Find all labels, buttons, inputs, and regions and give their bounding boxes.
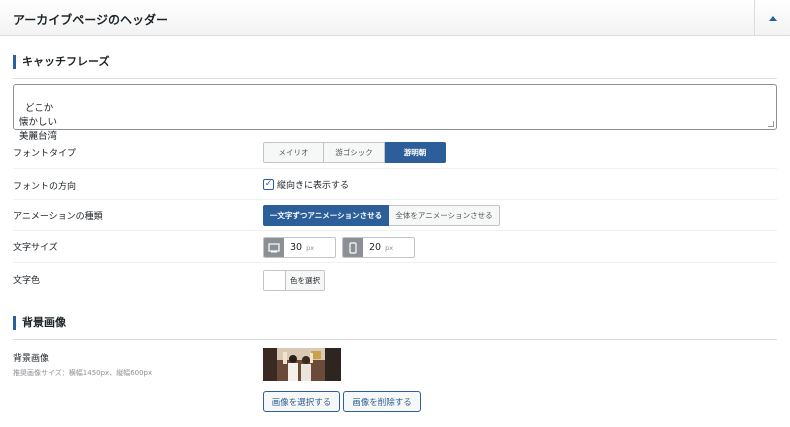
select-image-button[interactable]: 画像を選択する [263,391,340,412]
panel-header: アーカイブページのヘッダー [0,0,790,36]
background-image-preview [263,348,341,381]
animation-selector: 一文字ずつアニメーションさせる 全体をアニメーションさせる [263,205,500,226]
mobile-size-unit: px [385,244,394,252]
section-heading-background: 背景画像 [13,316,777,340]
catchphrase-text: どこか 懐かしい 美麗台湾 [19,103,58,142]
vertical-checkbox[interactable]: ✓ [263,179,274,190]
font-option-yumincho[interactable]: 游明朝 [385,142,446,163]
vertical-checkbox-wrap: ✓ 縦向きに表示する [263,178,349,191]
triangle-up-icon [768,15,777,21]
catchphrase-textarea[interactable]: どこか 懐かしい 美麗台湾 [13,84,777,142]
check-icon: ✓ [264,179,273,189]
row-text-color: 文字色 色を選択 [13,263,777,295]
text-color-label: 文字色 [13,276,41,286]
color-swatch [264,271,286,290]
section-heading-catchphrase: キャッチフレーズ [13,55,777,79]
font-type-label: フォントタイプ [13,149,77,159]
desktop-size-value: 30 [290,242,303,253]
animation-option-per-char[interactable]: 一文字ずつアニメーションさせる [263,205,389,226]
panel-title: アーカイブページのヘッダー [13,13,169,27]
font-option-meiryo[interactable]: メイリオ [263,142,324,163]
desktop-icon [264,238,284,257]
color-picker-button[interactable]: 色を選択 [263,270,325,291]
row-font-direction: フォントの方向 ✓ 縦向きに表示する [13,169,777,200]
mobile-size-value: 20 [369,242,382,253]
background-label: 背景画像 [13,354,50,364]
resize-handle-icon[interactable] [768,121,774,127]
font-type-selector: メイリオ 游ゴシック 游明朝 [263,142,446,163]
row-font-type: フォントタイプ メイリオ 游ゴシック 游明朝 [13,138,777,169]
mobile-icon [343,238,363,257]
font-option-yugothic[interactable]: 游ゴシック [324,142,385,163]
color-picker-label: 色を選択 [286,271,324,290]
animation-label: アニメーションの種類 [13,212,103,222]
animation-option-whole[interactable]: 全体をアニメーションさせる [389,205,500,226]
font-size-label: 文字サイズ [13,243,58,253]
collapse-button[interactable] [754,0,790,36]
font-direction-label: フォントの方向 [13,182,77,192]
vertical-checkbox-label[interactable]: 縦向きに表示する [277,178,349,191]
desktop-size-unit: px [306,244,315,252]
background-size-hint: 推奨画像サイズ：横幅1450px、縦幅600px [13,369,153,377]
desktop-size-field[interactable]: 30 px [263,237,336,258]
row-animation: アニメーションの種類 一文字ずつアニメーションさせる 全体をアニメーションさせる [13,200,777,231]
row-font-size: 文字サイズ 30 px 20 px [13,231,777,263]
delete-image-button[interactable]: 画像を削除する [343,391,421,412]
mobile-size-field[interactable]: 20 px [342,237,415,258]
